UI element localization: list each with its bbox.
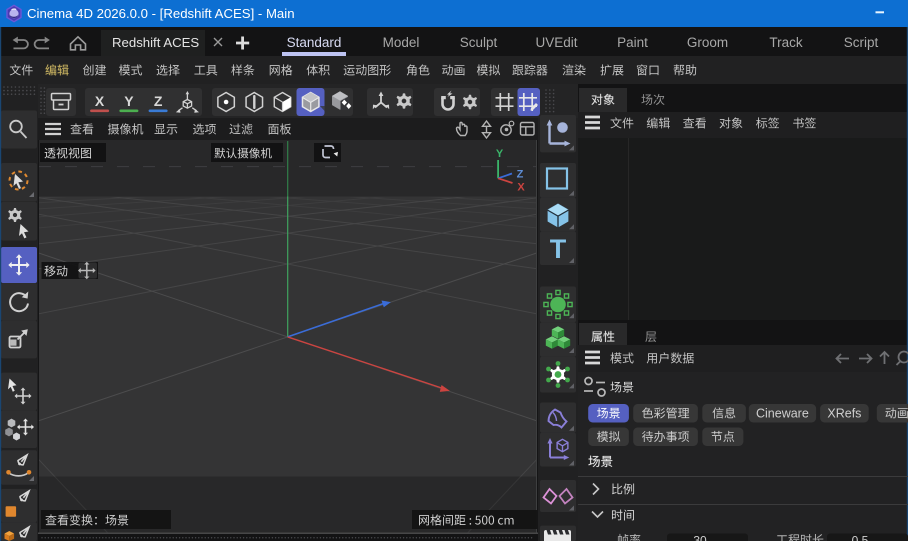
svg-text:Groom: Groom — [687, 35, 728, 50]
svg-text:Model: Model — [383, 35, 420, 50]
svg-text:Paint: Paint — [617, 35, 648, 50]
svg-text:30: 30 — [693, 534, 707, 541]
svg-text:Y: Y — [496, 148, 504, 160]
svg-text:Y: Y — [124, 93, 134, 109]
svg-text:Cineware: Cineware — [756, 407, 809, 421]
svg-text:Z: Z — [517, 169, 524, 181]
svg-text:Track: Track — [769, 35, 802, 50]
svg-text:XRefs: XRefs — [827, 407, 861, 421]
svg-text:Standard: Standard — [287, 35, 342, 50]
svg-text:X: X — [95, 93, 105, 109]
svg-text:X: X — [517, 182, 525, 194]
svg-text:Sculpt: Sculpt — [460, 35, 498, 50]
svg-text:Z: Z — [154, 93, 163, 109]
svg-text:Redshift ACES: Redshift ACES — [112, 35, 199, 50]
svg-text:Cinema 4D 2026.0.0 - [Redshift: Cinema 4D 2026.0.0 - [Redshift ACES] - M… — [27, 6, 295, 21]
svg-text:Script: Script — [844, 35, 879, 50]
svg-text:0.5: 0.5 — [852, 534, 869, 541]
svg-text:T: T — [550, 234, 567, 264]
svg-text:UVEdit: UVEdit — [535, 35, 577, 50]
